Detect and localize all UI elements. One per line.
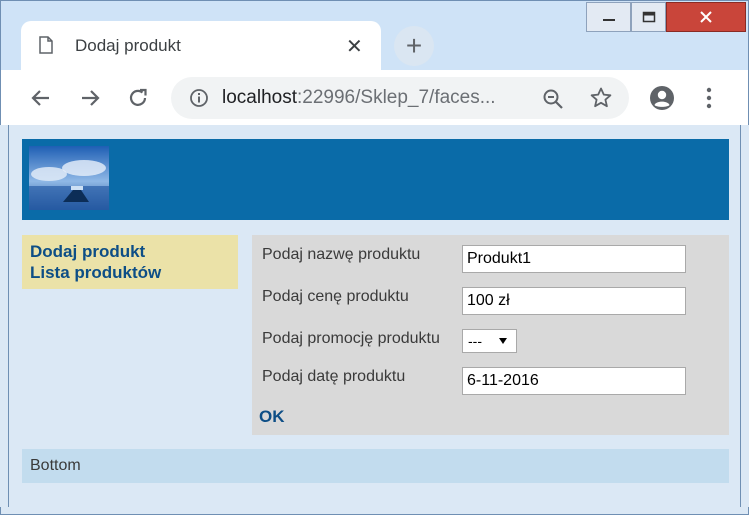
url-text[interactable]: localhost:22996/Sklep_7/faces... bbox=[222, 87, 522, 109]
date-label: Podaj datę produktu bbox=[262, 368, 406, 385]
reload-button[interactable] bbox=[124, 84, 152, 112]
ok-submit-link[interactable]: OK bbox=[259, 407, 285, 427]
product-form: Podaj nazwę produktu Podaj cenę produktu… bbox=[252, 235, 729, 435]
window-bottom-edge bbox=[0, 507, 749, 515]
bookmark-star-icon[interactable] bbox=[589, 86, 613, 110]
price-label: Podaj cenę produktu bbox=[262, 288, 409, 305]
maximize-icon bbox=[642, 11, 655, 23]
back-button[interactable] bbox=[27, 84, 55, 112]
back-arrow-icon bbox=[31, 90, 49, 106]
tab-title: Dodaj produkt bbox=[75, 36, 181, 55]
forward-button[interactable] bbox=[76, 84, 104, 112]
minimize-icon bbox=[602, 19, 615, 21]
product-date-input[interactable] bbox=[462, 367, 686, 395]
tab-close-icon[interactable]: ✕ bbox=[346, 34, 363, 59]
zoom-out-icon[interactable] bbox=[541, 87, 565, 111]
plus-icon: + bbox=[405, 30, 423, 61]
side-menu: Dodaj produkt Lista produktów bbox=[22, 235, 238, 289]
browser-toolbar: localhost:22996/Sklep_7/faces... bbox=[0, 70, 749, 125]
maximize-button[interactable] bbox=[631, 2, 666, 32]
promo-label: Podaj promocję produktu bbox=[262, 330, 440, 347]
promo-select[interactable]: --- bbox=[462, 329, 517, 353]
document-icon bbox=[39, 36, 53, 54]
forward-arrow-icon bbox=[82, 90, 100, 106]
reload-icon bbox=[129, 88, 147, 106]
url-path: :22996/Sklep_7/faces... bbox=[297, 87, 496, 108]
browser-titlebar: Dodaj produkt ✕ + bbox=[0, 0, 749, 71]
promo-selected-value: --- bbox=[468, 333, 482, 349]
new-tab-button[interactable]: + bbox=[394, 26, 434, 66]
url-host: localhost bbox=[222, 87, 297, 108]
minimize-button[interactable] bbox=[586, 2, 631, 32]
close-window-button[interactable] bbox=[666, 2, 746, 32]
footer-text: Bottom bbox=[30, 457, 81, 474]
menu-link-add-product[interactable]: Dodaj produkt bbox=[30, 241, 230, 262]
name-label: Podaj nazwę produktu bbox=[262, 246, 421, 263]
menu-link-product-list[interactable]: Lista produktów bbox=[30, 262, 230, 283]
header-banner-image bbox=[29, 146, 109, 210]
product-price-input[interactable] bbox=[462, 287, 686, 315]
page-header bbox=[22, 139, 729, 220]
address-bar[interactable]: localhost:22996/Sklep_7/faces... bbox=[171, 77, 629, 119]
profile-icon[interactable] bbox=[648, 84, 676, 112]
browser-tab[interactable]: Dodaj produkt ✕ bbox=[21, 21, 381, 71]
close-icon bbox=[700, 11, 712, 23]
more-vert-icon[interactable] bbox=[699, 84, 719, 112]
product-name-input[interactable] bbox=[462, 245, 686, 273]
info-icon[interactable] bbox=[189, 88, 209, 108]
page-content: Dodaj produkt Lista produktów Podaj nazw… bbox=[8, 125, 741, 507]
dropdown-arrow-icon bbox=[499, 338, 507, 344]
page-footer: Bottom bbox=[22, 449, 729, 483]
